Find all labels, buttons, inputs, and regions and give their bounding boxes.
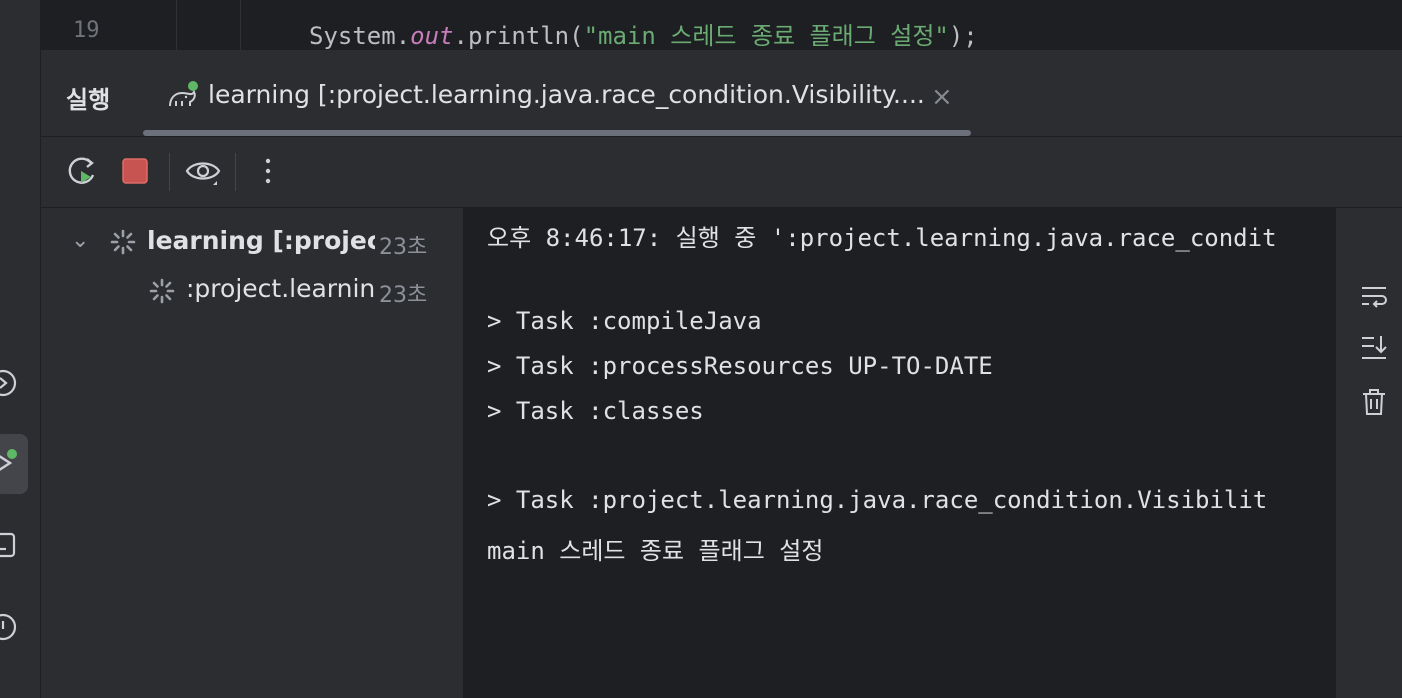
code-text: System. bbox=[309, 22, 411, 50]
console-line: > Task :compileJava bbox=[487, 307, 762, 335]
toolbar-separator bbox=[235, 153, 236, 191]
console-line: 오후 8:46:17: 실행 중 ':project.learning.java… bbox=[487, 224, 1277, 252]
run-tree: ⌄ learning [:project 23초:project.learni… bbox=[41, 208, 462, 698]
tree-item-root[interactable]: ⌄ learning [:project 23초 bbox=[41, 226, 462, 260]
editor-gutter bbox=[40, 0, 240, 50]
code-field: out bbox=[410, 22, 454, 50]
code-line[interactable]: System.out.println("main 스레드 종료 플래그 설정")… bbox=[309, 16, 978, 51]
console-side-toolbar bbox=[1336, 208, 1402, 698]
tree-item-label: :project.learning bbox=[186, 274, 375, 303]
gutter-divider bbox=[176, 0, 177, 50]
run-tool-window: 실행 learning [:project.learning.java.race… bbox=[41, 50, 1402, 698]
stop-icon[interactable] bbox=[115, 151, 155, 191]
chevron-down-icon[interactable]: ⌄ bbox=[71, 228, 89, 253]
run-tabbar: 실행 learning [:project.learning.java.race… bbox=[41, 50, 1402, 137]
soft-wrap-icon[interactable] bbox=[1358, 280, 1390, 312]
run-configuration-tab[interactable]: learning [:project.learning.java.race_co… bbox=[166, 72, 986, 122]
code-string: "main 스레드 종료 플래그 설정" bbox=[583, 22, 949, 50]
console-output[interactable]: 오후 8:46:17: 실행 중 ':project.learning.java… bbox=[463, 208, 1336, 698]
problems-icon[interactable] bbox=[0, 612, 18, 642]
spinner-icon bbox=[149, 278, 175, 304]
services-icon[interactable] bbox=[0, 368, 18, 398]
run-toolbar bbox=[41, 137, 1402, 208]
tab-selected-indicator bbox=[143, 130, 971, 136]
run-tool-icon[interactable] bbox=[0, 448, 18, 478]
eye-icon[interactable] bbox=[183, 151, 223, 191]
code-text: .println( bbox=[453, 22, 584, 50]
gradle-elephant-icon bbox=[169, 81, 198, 107]
tree-item-label: learning [:project bbox=[147, 226, 375, 255]
rerun-icon[interactable] bbox=[63, 151, 103, 191]
more-icon[interactable] bbox=[248, 151, 288, 191]
tool-window-title: 실행 bbox=[66, 86, 111, 114]
gutter-divider bbox=[240, 0, 241, 50]
tab-label: learning [:project.learning.java.race_co… bbox=[208, 80, 925, 109]
close-icon[interactable]: × bbox=[931, 82, 953, 112]
code-text: ); bbox=[948, 22, 978, 50]
tree-item-child[interactable]: :project.learning 23초 bbox=[41, 274, 462, 308]
trash-icon[interactable] bbox=[1358, 386, 1390, 418]
tree-item-duration: 23초 bbox=[379, 235, 428, 260]
scroll-to-end-icon[interactable] bbox=[1358, 332, 1390, 364]
line-number: 19 bbox=[73, 18, 100, 43]
toolbar-separator bbox=[169, 153, 170, 191]
console-line: > Task :classes bbox=[487, 397, 704, 425]
spinner-icon bbox=[110, 229, 136, 255]
console-line: > Task :processResources UP-TO-DATE bbox=[487, 352, 993, 380]
tree-item-duration: 23초 bbox=[379, 283, 428, 308]
left-tool-strip bbox=[0, 0, 41, 698]
console-line: main 스레드 종료 플래그 설정 bbox=[487, 537, 824, 565]
console-line: > Task :project.learning.java.race_condi… bbox=[487, 486, 1268, 514]
terminal-icon[interactable] bbox=[0, 530, 18, 560]
